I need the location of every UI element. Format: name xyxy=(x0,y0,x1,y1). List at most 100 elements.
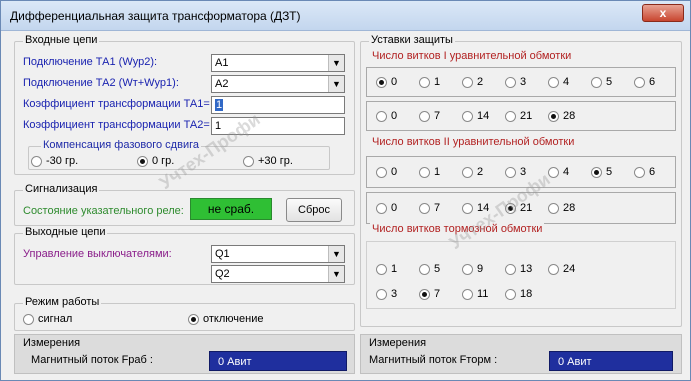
radio-label: 28 xyxy=(563,110,576,122)
radio-label: 5 xyxy=(434,263,441,275)
inputs-legend: Входные цепи xyxy=(23,34,100,46)
flux-brake-label: Магнитный поток Fторм : xyxy=(369,354,498,366)
radio-label: 7 xyxy=(434,110,441,122)
radio-dot xyxy=(505,289,516,300)
window-title: Дифференциальная защита трансформатора (… xyxy=(10,9,301,23)
radio-label: 0 xyxy=(391,76,398,88)
q2-value: Q2 xyxy=(215,268,230,280)
radio-dot xyxy=(634,167,645,178)
reset-button[interactable]: Сброс xyxy=(286,198,342,222)
radio-label: 5 xyxy=(606,76,613,88)
radio-label: 2 xyxy=(477,166,484,178)
radio-dot xyxy=(505,264,516,275)
radio-label: 6 xyxy=(649,76,656,88)
radio-label: 3 xyxy=(520,166,527,178)
radio-dot xyxy=(548,264,559,275)
settings-legend: Уставки защиты xyxy=(369,34,455,46)
radio-dot xyxy=(419,289,430,300)
radio-label: 4 xyxy=(563,76,570,88)
outputs-legend: Выходные цепи xyxy=(23,226,108,238)
radio-label: 3 xyxy=(391,288,398,300)
radio-label: 28 xyxy=(563,202,576,214)
relay-status-badge: не сраб. xyxy=(190,198,272,220)
radio-dot xyxy=(505,77,516,88)
radio-dot xyxy=(376,289,387,300)
q1-select[interactable]: Q1 ▼ xyxy=(211,245,345,263)
chevron-down-icon[interactable]: ▼ xyxy=(328,55,344,71)
flux-work-label: Магнитный поток Fраб : xyxy=(31,354,153,366)
radio-label: 3 xyxy=(520,76,527,88)
radio-dot xyxy=(243,156,254,167)
radio-label: 0 гр. xyxy=(152,155,175,167)
radio-label: 9 xyxy=(477,263,484,275)
k2-value: 1 xyxy=(215,120,222,132)
meas-left-legend: Измерения xyxy=(23,337,81,349)
ta2-label: Подключение ТА2 (Wт+Wур1): xyxy=(23,77,179,89)
radio-label: 14 xyxy=(477,202,490,214)
radio-label: 7 xyxy=(434,202,441,214)
ta2-value: A2 xyxy=(215,78,229,90)
close-button[interactable]: x xyxy=(642,4,684,22)
radio-label: 5 xyxy=(606,166,613,178)
radio-dot xyxy=(376,111,387,122)
radio-dot xyxy=(419,203,430,214)
radio-label: отключение xyxy=(203,313,264,325)
w1-legend: Число витков I уравнительной обмотки xyxy=(370,50,574,62)
radio-dot xyxy=(591,167,602,178)
radio-dot xyxy=(419,264,430,275)
radio-dot xyxy=(548,203,559,214)
radio-dot xyxy=(505,203,516,214)
radio-label: 1 xyxy=(434,166,441,178)
radio-label: сигнал xyxy=(38,313,73,325)
signal-legend: Сигнализация xyxy=(23,183,100,195)
radio-dot xyxy=(548,167,559,178)
radio-dot xyxy=(548,111,559,122)
radio-dot xyxy=(376,77,387,88)
radio-dot xyxy=(376,203,387,214)
main-window: Дифференциальная защита трансформатора (… xyxy=(0,0,691,381)
flux-work-display: 0 Авит xyxy=(209,351,347,371)
k2-input[interactable]: 1 xyxy=(211,117,345,135)
radio-dot xyxy=(462,167,473,178)
meas-right-panel: Измерения Магнитный поток Fторм : 0 Авит xyxy=(360,334,682,374)
meas-left-panel: Измерения Магнитный поток Fраб : 0 Авит xyxy=(14,334,355,374)
radio-dot xyxy=(462,264,473,275)
chevron-down-icon[interactable]: ▼ xyxy=(328,76,344,92)
w2-legend: Число витков II уравнительной обмотки xyxy=(370,136,577,148)
radio-dot xyxy=(505,167,516,178)
radio-label: 6 xyxy=(649,166,656,178)
radio-label: 24 xyxy=(563,263,576,275)
radio-label: 4 xyxy=(563,166,570,178)
ta1-value: A1 xyxy=(215,57,229,69)
k1-input[interactable]: 1 xyxy=(211,96,345,114)
q1-value: Q1 xyxy=(215,248,230,260)
chevron-down-icon[interactable]: ▼ xyxy=(328,246,344,262)
relay-state-label: Состояние указательного реле: xyxy=(23,205,184,217)
radio-dot xyxy=(376,264,387,275)
radio-dot xyxy=(462,111,473,122)
ta1-select[interactable]: A1 ▼ xyxy=(211,54,345,72)
q2-select[interactable]: Q2 ▼ xyxy=(211,265,345,283)
radio-label: 18 xyxy=(520,288,533,300)
radio-label: 0 xyxy=(391,166,398,178)
radio-dot xyxy=(462,289,473,300)
radio-label: -30 гр. xyxy=(46,155,79,167)
radio-dot xyxy=(548,77,559,88)
radio-dot xyxy=(462,77,473,88)
flux-brake-display: 0 Авит xyxy=(549,351,673,371)
radio-dot xyxy=(505,111,516,122)
radio-dot xyxy=(419,77,430,88)
wt-legend: Число витков тормозной обмотки xyxy=(370,223,545,235)
radio-label: 1 xyxy=(391,263,398,275)
ta2-select[interactable]: A2 ▼ xyxy=(211,75,345,93)
radio-dot xyxy=(137,156,148,167)
radio-label: 0 xyxy=(391,202,398,214)
radio-label: 13 xyxy=(520,263,533,275)
mode-legend: Режим работы xyxy=(23,296,102,308)
chevron-down-icon[interactable]: ▼ xyxy=(328,266,344,282)
radio-label: 14 xyxy=(477,110,490,122)
radio-dot xyxy=(462,203,473,214)
radio-label: 21 xyxy=(520,202,533,214)
k1-value: 1 xyxy=(215,99,224,111)
breaker-control-label: Управление выключателями: xyxy=(23,248,172,260)
